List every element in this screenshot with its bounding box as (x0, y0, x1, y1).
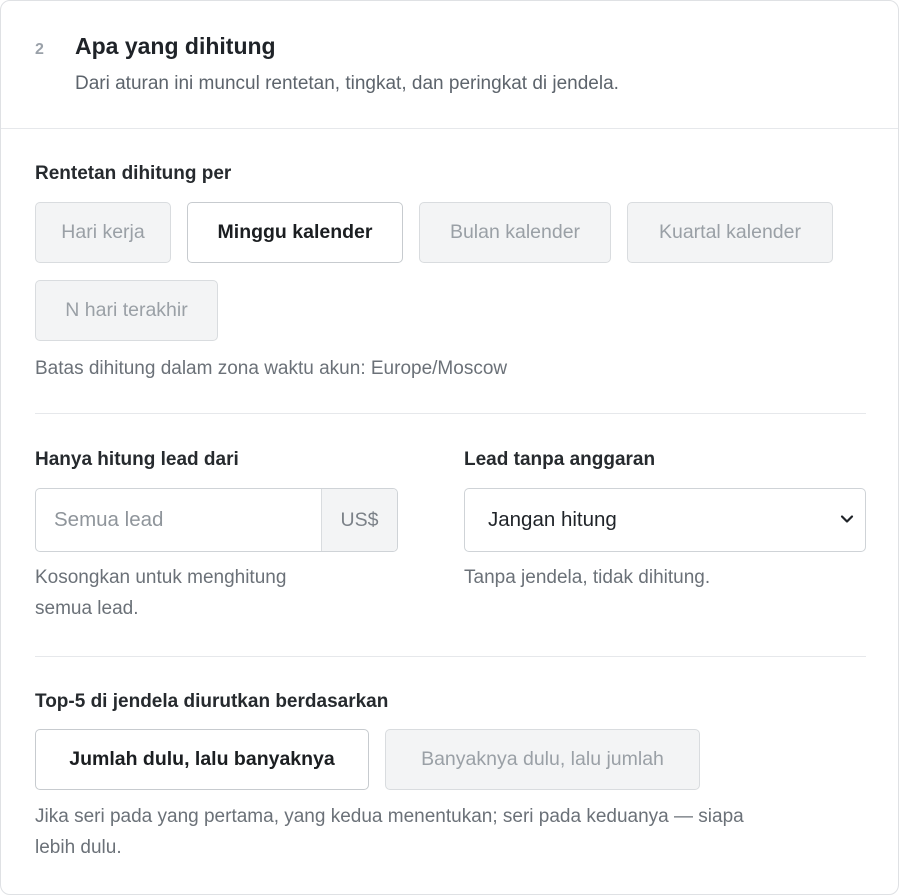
min-lead-hint: Kosongkan untuk menghitung semua lead. (35, 562, 286, 624)
divider (35, 413, 866, 414)
top5-option-count-first[interactable]: Banyaknya dulu, lalu jumlah (385, 729, 700, 790)
section-header: 2 Apa yang dihitung Dari aturan ini munc… (1, 1, 898, 129)
streak-label: Rentetan dihitung per (35, 163, 232, 184)
top5-hint-line: lebih dulu. (35, 837, 122, 858)
streak-option-calendar-quarter[interactable]: Kuartal kalender (627, 202, 833, 263)
top5-label: Top-5 di jendela diurutkan berdasarkan (35, 691, 389, 712)
min-lead-hint-line: Kosongkan untuk menghitung (35, 567, 287, 588)
streak-option-calendar-week[interactable]: Minggu kalender (187, 202, 403, 263)
top5-hint-line: Jika seri pada yang pertama, yang kedua … (35, 806, 744, 827)
min-lead-input-group: US$ (35, 488, 398, 552)
streak-option-last-n-days[interactable]: N hari terakhir (35, 280, 218, 341)
min-lead-label: Hanya hitung lead dari (35, 449, 239, 470)
streak-hint: Batas dihitung dalam zona waktu akun: Eu… (35, 358, 508, 379)
settings-card: 2 Apa yang dihitung Dari aturan ini munc… (0, 0, 899, 895)
streak-option-workday[interactable]: Hari kerja (35, 202, 171, 263)
top5-option-sum-first[interactable]: Jumlah dulu, lalu banyaknya (35, 729, 369, 790)
no-budget-label: Lead tanpa anggaran (464, 449, 656, 470)
top5-hint: Jika seri pada yang pertama, yang kedua … (35, 801, 744, 863)
chevron-down-icon (840, 515, 854, 523)
no-budget-hint: Tanpa jendela, tidak dihitung. (464, 567, 711, 588)
section-title: Apa yang dihitung (75, 33, 276, 59)
streak-option-calendar-month[interactable]: Bulan kalender (419, 202, 611, 263)
divider (35, 656, 866, 657)
min-lead-hint-line: semua lead. (35, 598, 139, 619)
step-number: 2 (35, 41, 44, 58)
min-lead-input[interactable] (36, 489, 321, 551)
no-budget-select[interactable]: Jangan hitung (464, 488, 866, 552)
currency-addon: US$ (321, 489, 397, 551)
no-budget-selected-value: Jangan hitung (488, 508, 617, 531)
section-subtitle: Dari aturan ini muncul rentetan, tingkat… (75, 73, 619, 94)
